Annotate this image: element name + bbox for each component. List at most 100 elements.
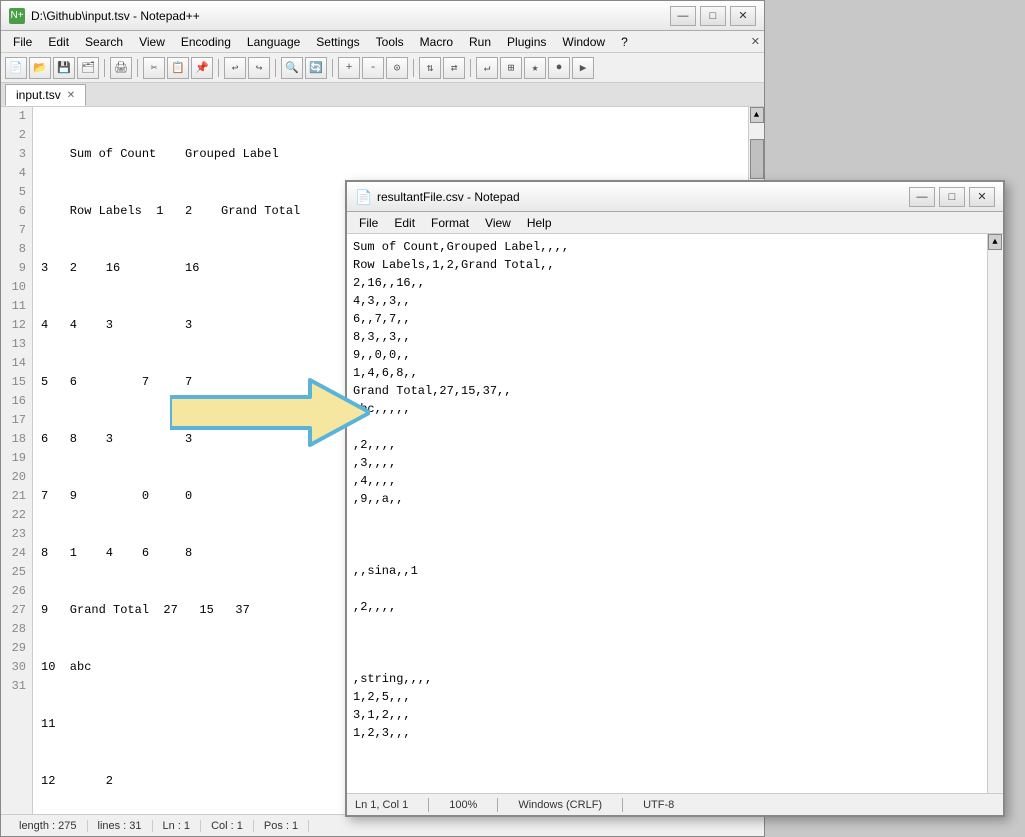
toolbar-paste[interactable]: 📌 (191, 57, 213, 79)
toolbar-synch[interactable]: ⇄ (443, 57, 465, 79)
scrollbar-thumb[interactable] (750, 139, 764, 179)
np-title-text: resultantFile.csv - Notepad (377, 190, 520, 204)
npp-menu-search[interactable]: Search (77, 33, 131, 51)
toolbar-bookmark[interactable]: ★ (524, 57, 546, 79)
np-menu-view[interactable]: View (477, 214, 519, 232)
ln8: 8 (7, 240, 26, 259)
npp-window-controls: — □ ✕ (670, 6, 756, 26)
npp-menu-help[interactable]: ? (613, 33, 636, 51)
npp-menu-language[interactable]: Language (239, 33, 308, 51)
npp-close-button[interactable]: ✕ (730, 6, 756, 26)
ln19: 19 (7, 449, 26, 468)
np-scrollbar-vertical[interactable]: ▲ (987, 234, 1003, 793)
status-length: length : 275 (9, 820, 88, 832)
toolbar-indent[interactable]: ⊞ (500, 57, 522, 79)
status-ln: Ln : 1 (153, 820, 202, 832)
ln18: 18 (7, 430, 26, 449)
ln25: 25 (7, 563, 26, 582)
toolbar-save[interactable]: 💾 (53, 57, 75, 79)
np-app-icon: 📄 (355, 189, 371, 205)
npp-menu-edit[interactable]: Edit (40, 33, 77, 51)
ln9: 9 (7, 259, 26, 278)
npp-line-numbers: 1 2 3 4 5 6 7 8 9 10 11 12 13 14 15 16 1… (1, 107, 33, 814)
tab-label: input.tsv (16, 88, 61, 102)
toolbar-sep3 (218, 59, 219, 77)
npp-statusbar: length : 275 lines : 31 Ln : 1 Col : 1 P… (1, 814, 764, 836)
toolbar-syncv[interactable]: ⇅ (419, 57, 441, 79)
ln10: 10 (7, 278, 26, 297)
npp-menu-file[interactable]: File (5, 33, 40, 51)
tab-close-icon[interactable]: ✕ (67, 90, 75, 101)
np-titlebar: 📄 resultantFile.csv - Notepad — □ ✕ (347, 182, 1003, 212)
np-menu-file[interactable]: File (351, 214, 386, 232)
ln20: 20 (7, 468, 26, 487)
code-line-1: Sum of Count Grouped Label (41, 145, 740, 164)
toolbar-undo[interactable]: ↩ (224, 57, 246, 79)
np-titlebar-left: 📄 resultantFile.csv - Notepad (355, 189, 520, 205)
ln11: 11 (7, 297, 26, 316)
arrow-right-icon (170, 375, 370, 450)
notepad-window: 📄 resultantFile.csv - Notepad — □ ✕ File… (345, 180, 1005, 817)
npp-menu-settings[interactable]: Settings (308, 33, 367, 51)
toolbar-cut[interactable]: ✂ (143, 57, 165, 79)
toolbar-wordwrap[interactable]: ↵ (476, 57, 498, 79)
toolbar-replace[interactable]: 🔄 (305, 57, 327, 79)
np-content: Sum of Count,Grouped Label,,,, Row Label… (347, 234, 1003, 793)
npp-menu-view[interactable]: View (131, 33, 173, 51)
toolbar-print[interactable]: 🖨 (110, 57, 132, 79)
np-menu-help[interactable]: Help (519, 214, 560, 232)
ln7: 7 (7, 221, 26, 240)
toolbar-sep7 (470, 59, 471, 77)
np-menubar: File Edit Format View Help (347, 212, 1003, 234)
ln24: 24 (7, 544, 26, 563)
ln21: 21 (7, 487, 26, 506)
toolbar-copy[interactable]: 📋 (167, 57, 189, 79)
toolbar-play[interactable]: ▶ (572, 57, 594, 79)
status-lines: lines : 31 (88, 820, 153, 832)
np-status-zoom: 100% (449, 799, 477, 811)
npp-app-icon: N+ (9, 8, 25, 24)
np-textarea[interactable]: Sum of Count,Grouped Label,,,, Row Label… (347, 234, 987, 793)
npp-tabs: input.tsv ✕ (1, 83, 764, 107)
np-menu-format[interactable]: Format (423, 214, 477, 232)
toolbar-redo[interactable]: ↪ (248, 57, 270, 79)
arrow-container (170, 375, 370, 450)
npp-maximize-button[interactable]: □ (700, 6, 726, 26)
np-close-button[interactable]: ✕ (969, 187, 995, 207)
np-minimize-button[interactable]: — (909, 187, 935, 207)
ln14: 14 (7, 354, 26, 373)
toolbar-zoomin[interactable]: + (338, 57, 360, 79)
npp-minimize-button[interactable]: — (670, 6, 696, 26)
npp-menu-macro[interactable]: Macro (412, 33, 461, 51)
npp-menubar: File Edit Search View Encoding Language … (1, 31, 764, 53)
np-statusbar: Ln 1, Col 1 100% Windows (CRLF) UTF-8 (347, 793, 1003, 815)
np-maximize-button[interactable]: □ (939, 187, 965, 207)
toolbar-zoomout[interactable]: - (362, 57, 384, 79)
npp-menu-run[interactable]: Run (461, 33, 499, 51)
status-col: Col : 1 (201, 820, 254, 832)
tab-input-tsv[interactable]: input.tsv ✕ (5, 84, 86, 106)
toolbar-saveall[interactable]: 🗂 (77, 57, 99, 79)
toolbar-zoomreset[interactable]: ⊙ (386, 57, 408, 79)
npp-menu-window[interactable]: Window (554, 33, 613, 51)
toolbar-new[interactable]: 📄 (5, 57, 27, 79)
toolbar-open[interactable]: 📂 (29, 57, 51, 79)
ln30: 30 (7, 658, 26, 677)
np-menu-edit[interactable]: Edit (386, 214, 423, 232)
npp-toolbar: 📄 📂 💾 🗂 🖨 ✂ 📋 📌 ↩ ↪ 🔍 🔄 + - ⊙ ⇅ ⇄ ↵ ⊞ ★ … (1, 53, 764, 83)
ln31: 31 (7, 677, 26, 696)
npp-menu-plugins[interactable]: Plugins (499, 33, 554, 51)
npp-menu-encoding[interactable]: Encoding (173, 33, 239, 51)
ln28: 28 (7, 620, 26, 639)
ln2: 2 (7, 126, 26, 145)
ln23: 23 (7, 525, 26, 544)
np-scrollbar-up-btn[interactable]: ▲ (988, 234, 1002, 250)
npp-menu-tools[interactable]: Tools (368, 33, 412, 51)
scrollbar-up-btn[interactable]: ▲ (750, 107, 764, 123)
status-pos: Pos : 1 (254, 820, 309, 832)
toolbar-macro[interactable]: ● (548, 57, 570, 79)
npp-close-x[interactable]: ✕ (751, 35, 760, 48)
np-status-encoding: UTF-8 (643, 799, 674, 811)
toolbar-find[interactable]: 🔍 (281, 57, 303, 79)
toolbar-sep6 (413, 59, 414, 77)
